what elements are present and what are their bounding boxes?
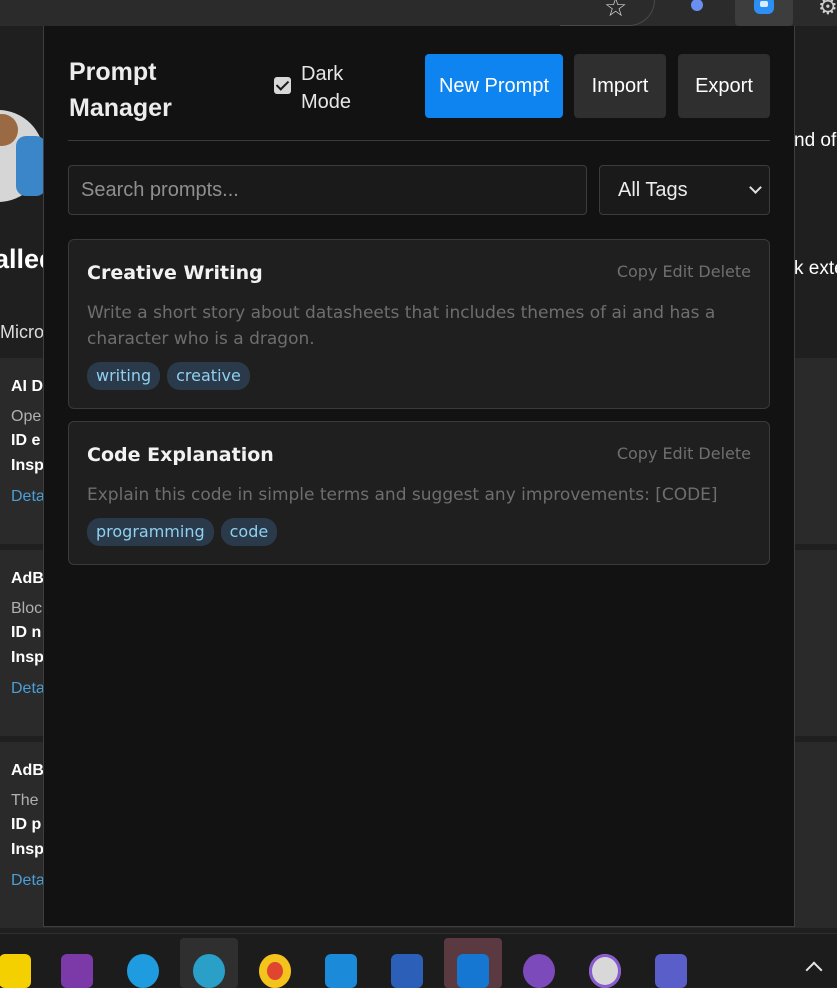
copy-button[interactable]: Copy bbox=[617, 262, 658, 281]
onenote-app-icon[interactable] bbox=[48, 938, 106, 988]
prompt-manager-icon bbox=[754, 0, 774, 14]
chevron-up-icon[interactable] bbox=[805, 961, 823, 979]
vscode-app-icon[interactable] bbox=[312, 938, 370, 988]
bg-card-details-link[interactable]: Deta bbox=[11, 872, 45, 890]
taskbar bbox=[0, 933, 837, 988]
settings-icon[interactable]: ⚙ bbox=[818, 0, 837, 20]
media-player-app-icon[interactable] bbox=[576, 938, 634, 988]
bg-text-fragment: nd of bbox=[794, 130, 837, 151]
popup-header: Prompt Manager Dark Mode New Prompt Impo… bbox=[68, 26, 770, 141]
star-icon[interactable]: ☆ bbox=[604, 0, 627, 20]
import-button[interactable]: Import bbox=[574, 54, 666, 118]
teams-app-icon[interactable] bbox=[642, 938, 700, 988]
bg-text-fragment: k exte bbox=[794, 258, 837, 279]
prompt-actions: Copy Edit Delete bbox=[617, 444, 751, 463]
browser-toolbar: ☆ ⚙ bbox=[0, 0, 837, 26]
edit-button[interactable]: Edit bbox=[662, 444, 693, 463]
prompt-title: Creative Writing bbox=[87, 262, 263, 284]
bg-card-desc: The bbox=[11, 792, 39, 809]
delete-button[interactable]: Delete bbox=[698, 262, 751, 281]
tag-filter-value: All Tags bbox=[618, 178, 688, 201]
copy-button[interactable]: Copy bbox=[617, 444, 658, 463]
tag-badge: code bbox=[220, 518, 278, 546]
chevron-down-icon bbox=[749, 181, 762, 194]
bg-card-desc: Ope bbox=[11, 408, 42, 425]
prompt-text: Write a short story about datasheets tha… bbox=[87, 303, 716, 349]
chrome-app-icon[interactable] bbox=[246, 938, 304, 988]
prompt-manager-popup: Prompt Manager Dark Mode New Prompt Impo… bbox=[43, 26, 795, 927]
prompt-actions: Copy Edit Delete bbox=[617, 262, 751, 281]
edit-button[interactable]: Edit bbox=[662, 262, 693, 281]
bg-card-id: ID p bbox=[11, 816, 42, 833]
search-input[interactable] bbox=[68, 165, 587, 215]
prompt-card: Code Explanation Copy Edit Delete Explai… bbox=[68, 421, 770, 565]
prompt-title: Code Explanation bbox=[87, 444, 274, 466]
bg-card-details-link[interactable]: Deta bbox=[11, 680, 45, 698]
bg-card-inspect: Insp bbox=[11, 457, 44, 474]
tag-badge: creative bbox=[167, 362, 250, 390]
bg-card-title: AdB bbox=[11, 570, 44, 587]
prompt-manager-extension-button[interactable] bbox=[735, 0, 793, 26]
bg-card-inspect: Insp bbox=[11, 649, 44, 666]
bg-card-title: AI D bbox=[11, 378, 43, 395]
prompt-tags: programming code bbox=[87, 518, 278, 546]
popup-title: Prompt Manager bbox=[69, 58, 172, 122]
export-button[interactable]: Export bbox=[678, 54, 770, 118]
prompt-text: Explain this code in simple terms and su… bbox=[87, 485, 718, 505]
extension-icon[interactable] bbox=[690, 0, 704, 12]
tag-badge: writing bbox=[87, 362, 161, 390]
bg-card-id: ID e bbox=[11, 432, 41, 449]
edge-app-icon[interactable] bbox=[114, 938, 172, 988]
tag-filter-select[interactable]: All Tags bbox=[599, 165, 770, 215]
bg-subheading: Micro bbox=[0, 322, 44, 342]
bg-card-details-link[interactable]: Deta bbox=[11, 488, 45, 506]
outlook-app-icon[interactable] bbox=[444, 938, 502, 988]
dark-mode-toggle[interactable]: Dark Mode bbox=[274, 60, 371, 116]
new-prompt-button[interactable]: New Prompt bbox=[425, 54, 563, 118]
sticky-notes-app-icon[interactable] bbox=[0, 938, 44, 988]
delete-button[interactable]: Delete bbox=[698, 444, 751, 463]
bg-card-inspect: Insp bbox=[11, 841, 44, 858]
tag-badge: programming bbox=[87, 518, 214, 546]
bg-card-title: AdB bbox=[11, 762, 44, 779]
dark-mode-checkbox[interactable] bbox=[274, 77, 291, 94]
edge-dev-app-icon[interactable] bbox=[180, 938, 238, 988]
word-app-icon[interactable] bbox=[378, 938, 436, 988]
bg-card-id: ID n bbox=[11, 624, 42, 641]
dark-mode-label: Dark Mode bbox=[301, 63, 352, 113]
prompt-card: Creative Writing Copy Edit Delete Write … bbox=[68, 239, 770, 409]
prompt-tags: writing creative bbox=[87, 362, 250, 390]
avatar-illustration bbox=[0, 110, 48, 202]
github-desktop-app-icon[interactable] bbox=[510, 938, 568, 988]
bg-card-desc: Bloc bbox=[11, 600, 43, 617]
